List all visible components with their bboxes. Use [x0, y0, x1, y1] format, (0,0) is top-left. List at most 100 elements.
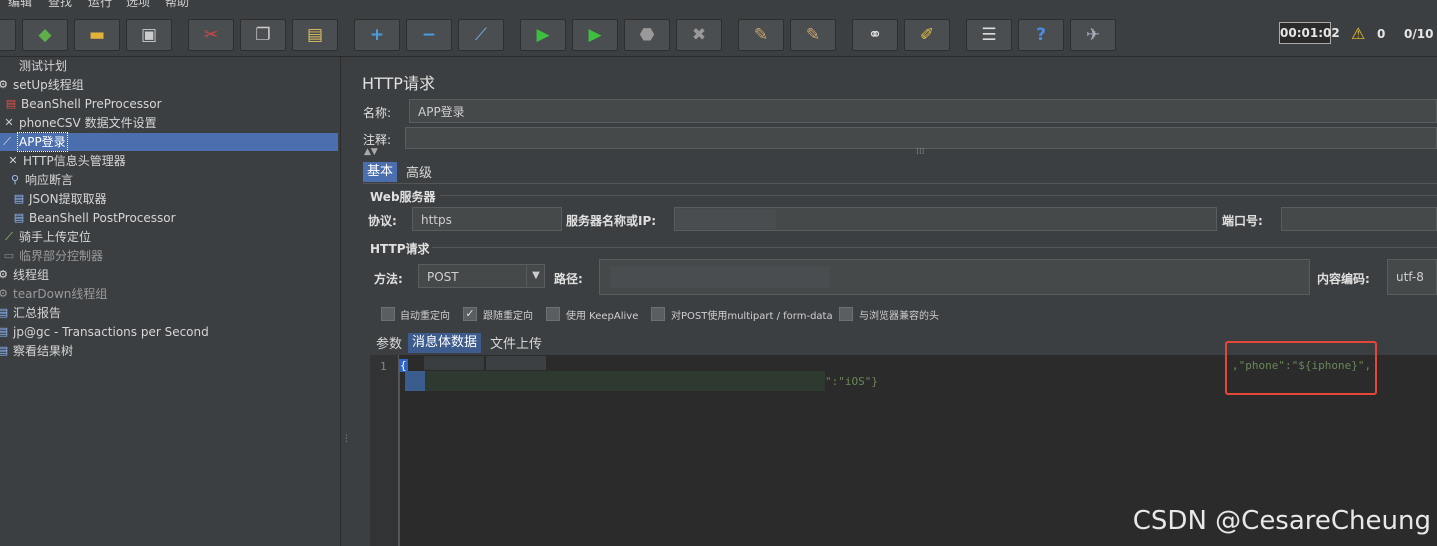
copy-icon[interactable]: ❐ [240, 19, 286, 51]
report-icon: ▤ [0, 344, 9, 357]
port-field[interactable] [1281, 207, 1437, 231]
cut-icon[interactable]: ✂ [188, 19, 234, 51]
templates-icon[interactable]: ◆ [22, 19, 68, 51]
toggle-icon[interactable]: ⟋ [458, 19, 504, 51]
tab-body-data[interactable]: 消息体数据 [408, 333, 482, 353]
line-number-gutter [370, 355, 399, 546]
tree-item-json-extractor[interactable]: ▤ JSON提取取器 [12, 190, 107, 208]
open-icon[interactable]: ▬ [74, 19, 120, 51]
redacted-code-2 [486, 356, 546, 370]
chevron-down-icon[interactable]: ▼ [526, 266, 545, 286]
port-label: 端口号: [1222, 214, 1263, 228]
name-field[interactable]: APP登录 [409, 99, 1437, 123]
menu-search[interactable]: 查找 [48, 0, 72, 8]
start-no-pause-icon[interactable]: ▶ [572, 19, 618, 51]
web-server-separator [440, 195, 1437, 196]
tree-item-teardown-thread-group[interactable]: ⚙ tearDown线程组 [0, 285, 107, 303]
collapse-arrow-icon[interactable]: ▲▼ [364, 147, 378, 157]
magnifier-icon: ⚲ [10, 173, 20, 186]
drag-handle-icon[interactable]: ⋮ [342, 434, 351, 444]
report-icon: ▤ [0, 306, 9, 319]
encoding-label: 内容编码: [1317, 272, 1370, 286]
protocol-label: 协议: [368, 214, 397, 228]
shutdown-icon[interactable]: ✖ [676, 19, 722, 51]
warning-icon[interactable]: ⚠ [1351, 24, 1365, 43]
function-helper-icon[interactable]: ☰ [966, 19, 1012, 51]
split-pane-divider[interactable]: ⋮ [340, 57, 354, 546]
tree-item-summary-report[interactable]: ▤ 汇总报告 [0, 304, 61, 322]
tree-item-critical-section[interactable]: ▭ 临界部分控制器 [2, 247, 103, 265]
multipart-label: 对POST使用multipart / form-data [671, 311, 833, 322]
redacted-code-3 [405, 371, 425, 391]
tree-item-test-plan[interactable]: 测试计划 [2, 57, 67, 75]
tree-item-beanshell-pre[interactable]: ▤ BeanShell PreProcessor [4, 95, 162, 113]
remote-icon[interactable]: ✈ [1070, 19, 1116, 51]
test-plan-tree[interactable]: 测试计划 ⚙ setUp线程组 ▤ BeanShell PreProcessor ✕… [0, 57, 340, 546]
line-number: 1 [380, 360, 387, 373]
menu-options[interactable]: 选项 [126, 0, 150, 8]
reset-search-icon[interactable]: ✐ [904, 19, 950, 51]
pipette-icon: ⟋ [5, 230, 13, 243]
auto-redirect-checkbox[interactable] [381, 307, 395, 321]
help-icon[interactable]: ? [1018, 19, 1064, 51]
http-request-separator [432, 247, 1437, 248]
follow-redirects-checkbox[interactable]: ✓ [463, 307, 477, 321]
gear-icon: ⚙ [0, 268, 8, 281]
warning-count: 0 [1377, 27, 1386, 41]
thread-count: 0/10 [1404, 27, 1434, 41]
resize-grip-icon[interactable]: ⁞⁞⁞ [916, 147, 925, 157]
tree-item-response-assertion[interactable]: ⚲ 响应断言 [8, 171, 73, 189]
tree-item-beanshell-post[interactable]: ▤ BeanShell PostProcessor [12, 209, 176, 227]
redacted-code-1 [424, 356, 484, 370]
redacted-code-4 [425, 371, 825, 391]
menu-help[interactable]: 帮助 [165, 0, 189, 8]
report-icon: ▤ [0, 325, 9, 338]
search-icon[interactable]: ⚭ [852, 19, 898, 51]
start-icon[interactable]: ▶ [520, 19, 566, 51]
tools-icon: ✕ [8, 154, 18, 167]
page-title: HTTP请求 [362, 74, 435, 93]
tools-icon: ✕ [4, 116, 14, 129]
gear-icon: ⚙ [0, 78, 8, 91]
collapse-icon[interactable]: − [406, 19, 452, 51]
toolbar: ▮ ◆ ▬ ▣ ✂ ❐ ▤ + − ⟋ ▶ ▶ ⬣ ✖ ✎ ✎ ⚭ ✐ ☰ ? … [0, 8, 1437, 57]
path-label: 路径: [554, 272, 583, 286]
script-icon: ▤ [13, 211, 25, 224]
test-plan-icon [2, 59, 16, 73]
tab-parameters[interactable]: 参数 [372, 335, 406, 355]
tree-item-app-login[interactable]: ⟋ APP登录 [0, 132, 338, 152]
protocol-field[interactable]: https [412, 207, 562, 231]
stop-icon[interactable]: ⬣ [624, 19, 670, 51]
menu-edit[interactable]: 编辑 [8, 0, 32, 8]
clear-icon[interactable]: ✎ [738, 19, 784, 51]
browser-headers-checkbox[interactable] [839, 307, 853, 321]
keepalive-checkbox[interactable] [546, 307, 560, 321]
tree-item-rider-upload[interactable]: ⟋ 骑手上传定位 [2, 228, 91, 246]
tab-file-upload[interactable]: 文件上传 [486, 335, 546, 355]
method-label: 方法: [374, 272, 403, 286]
tab-basic[interactable]: 基本 [363, 162, 398, 182]
tab-advanced[interactable]: 高级 [402, 164, 436, 184]
keepalive-label: 使用 KeepAlive [566, 311, 639, 322]
expand-icon[interactable]: + [354, 19, 400, 51]
tree-item-setup-thread-group[interactable]: ⚙ setUp线程组 [0, 76, 84, 94]
script-icon: ▤ [5, 97, 17, 110]
tree-item-header-manager[interactable]: ✕ HTTP信息头管理器 [6, 152, 125, 170]
new-icon[interactable]: ▮ [0, 19, 16, 51]
server-label: 服务器名称或IP: [566, 214, 657, 228]
elapsed-timer: 00:01:02 [1279, 22, 1340, 44]
encoding-field[interactable]: utf-8 [1387, 259, 1437, 295]
tree-item-tps[interactable]: ▤ jp@gc - Transactions per Second [0, 323, 209, 341]
tree-item-thread-group[interactable]: ⚙ 线程组 [0, 266, 49, 284]
comment-field[interactable] [405, 127, 1437, 149]
tree-item-view-results-tree[interactable]: ▤ 察看结果树 [0, 342, 73, 360]
menu-run[interactable]: 运行 [88, 0, 112, 8]
clear-all-icon[interactable]: ✎ [790, 19, 836, 51]
highlight-box [1225, 341, 1377, 395]
editor-vertical-guide [399, 371, 400, 546]
controller-icon: ▭ [3, 249, 15, 262]
paste-icon[interactable]: ▤ [292, 19, 338, 51]
multipart-checkbox[interactable] [651, 307, 665, 321]
tree-item-csv-config[interactable]: ✕ phoneCSV 数据文件设置 [2, 114, 156, 132]
save-icon[interactable]: ▣ [126, 19, 172, 51]
